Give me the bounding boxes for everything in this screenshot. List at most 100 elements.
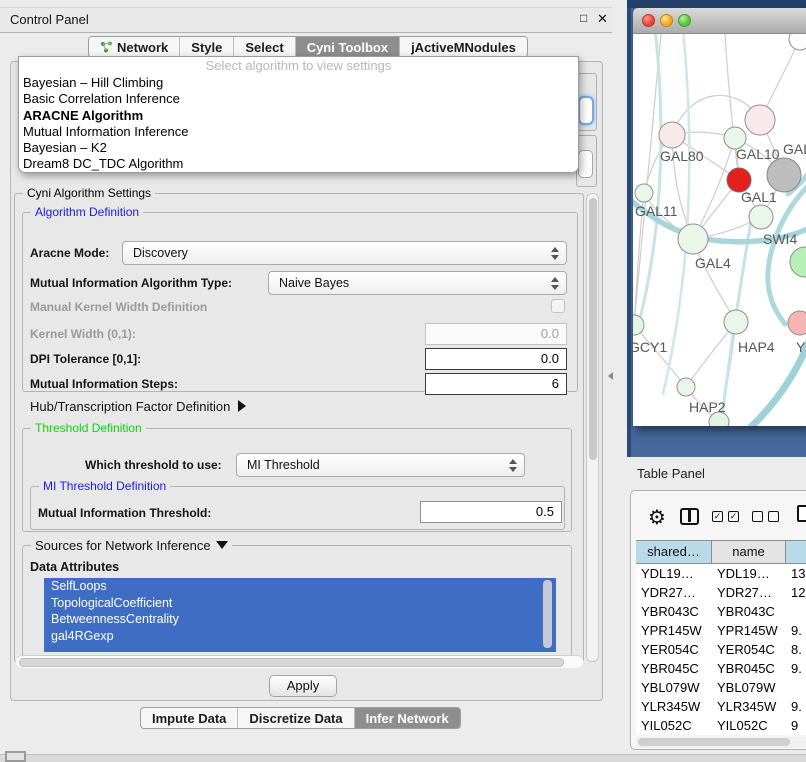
expander-down-icon	[216, 541, 228, 549]
table-cell: 8.	[786, 640, 806, 659]
settings-horizontal-scrollbar[interactable]	[16, 655, 583, 668]
expander-right-icon	[238, 400, 246, 412]
algorithm-option[interactable]: Mutual Information Inference	[19, 124, 578, 140]
dpi-tolerance-field[interactable]: 0.0	[425, 348, 567, 370]
apply-button[interactable]: Apply	[269, 675, 337, 697]
network-canvas[interactable]: GALGAL80GAL10GAL1GAL11SWI4GAL4GCY1HAP4YH…	[633, 34, 806, 426]
table-row[interactable]: YER054CYER054C8.	[636, 640, 806, 659]
hub-factor-label: Hub/Transcription Factor Definition	[30, 399, 230, 414]
table-cell: YDL19…	[712, 564, 786, 583]
network-node-partial-top[interactable]	[789, 34, 806, 50]
table-row[interactable]: YBL079WYBL079W	[636, 678, 806, 697]
mi-steps-field[interactable]: 6	[425, 373, 567, 395]
algorithm-option[interactable]: Basic Correlation Inference	[19, 91, 578, 107]
close-icon[interactable]: ✕	[597, 11, 608, 27]
network-edge	[634, 325, 686, 387]
table-horizontal-scrollbar[interactable]	[636, 737, 806, 748]
aracne-mode-label: Aracne Mode:	[30, 246, 109, 260]
tab-style[interactable]: Style	[180, 37, 234, 57]
network-node-pink-top[interactable]	[745, 105, 775, 135]
table-panel-title: Table Panel	[637, 466, 705, 481]
table-data-combobox-sliver[interactable]	[578, 150, 593, 178]
aracne-mode-combobox[interactable]: Discovery	[122, 241, 567, 265]
hub-factor-expander[interactable]: Hub/Transcription Factor Definition	[30, 399, 246, 414]
mi-threshold-field[interactable]: 0.5	[420, 501, 562, 523]
algorithm-combobox-sliver[interactable]	[578, 96, 594, 125]
close-traffic-light[interactable]	[642, 14, 655, 27]
network-window-titlebar[interactable]	[633, 8, 806, 34]
column-header-cut[interactable]	[786, 541, 806, 563]
bottom-status-strip	[0, 754, 806, 762]
tab-network[interactable]: Network	[89, 37, 180, 57]
tab-jactivemnodules[interactable]: jActiveMNodules	[400, 37, 527, 57]
tab-infer-network[interactable]: Infer Network	[355, 708, 460, 728]
network-icon	[100, 41, 113, 53]
network-node-gal4[interactable]	[678, 224, 708, 254]
table-row[interactable]: YBR045CYBR045C9.	[636, 659, 806, 678]
cyni-bottom-tabs: Impute Data Discretize Data Infer Networ…	[140, 707, 461, 729]
table-header: shared… name	[636, 540, 806, 564]
network-node-salmon-right[interactable]	[788, 311, 806, 335]
network-node-gcy1[interactable]	[633, 315, 644, 335]
mi-algorithm-type-combobox[interactable]: Naive Bayes	[268, 271, 567, 295]
table-cell	[786, 602, 806, 621]
tab-discretize-data[interactable]: Discretize Data	[238, 708, 354, 728]
table-cell: 9.	[786, 697, 806, 716]
table-cell: 9.	[786, 621, 806, 640]
scrollbar-thumb[interactable]	[19, 658, 564, 667]
attributes-scrollbar[interactable]	[543, 580, 552, 648]
checked-checkbox-icon[interactable]: ✓	[728, 511, 739, 522]
minimized-panel-icon[interactable]	[5, 751, 26, 762]
algorithm-option[interactable]: Bayesian – K2	[19, 140, 578, 156]
network-node-gray[interactable]	[767, 158, 801, 192]
list-item[interactable]: SelfLoops	[44, 578, 556, 595]
sources-title[interactable]: Sources for Network Inference	[31, 538, 232, 553]
mi-threshold-label: Mutual Information Threshold:	[38, 506, 211, 520]
list-item[interactable]: gal4RGexp	[44, 628, 556, 645]
tab-cyni-toolbox[interactable]: Cyni Toolbox	[296, 37, 400, 57]
algorithm-option-selected[interactable]: ARACNE Algorithm	[19, 108, 578, 124]
gear-icon[interactable]: ⚙	[648, 505, 666, 529]
node-label: HAP2	[689, 399, 726, 415]
table-row[interactable]: YBR043CYBR043C	[636, 602, 806, 621]
checked-checkbox-icon[interactable]: ✓	[712, 511, 723, 522]
table-row[interactable]: YLR345WYLR345W9.	[636, 697, 806, 716]
table-cell: YBL079W	[636, 678, 712, 697]
settings-scrollbar[interactable]	[586, 193, 599, 662]
table-row[interactable]: YDL19…YDL19…13	[636, 564, 806, 583]
scrollbar-thumb[interactable]	[589, 198, 597, 460]
network-node-gal11[interactable]	[635, 184, 653, 202]
float-window-icon[interactable]: □	[580, 11, 587, 25]
table-cell: YBL079W	[712, 678, 786, 697]
columns-icon[interactable]	[680, 508, 699, 525]
column-header-name[interactable]: name	[712, 541, 786, 563]
network-node-gal80[interactable]	[659, 122, 685, 148]
scrollbar-thumb[interactable]	[638, 738, 790, 746]
which-threshold-combobox[interactable]: MI Threshold	[236, 453, 525, 477]
algorithm-option[interactable]: Bayesian – Hill Climbing	[19, 75, 578, 91]
column-header-shared-name[interactable]: shared…	[636, 541, 712, 563]
mi-type-value: Naive Bayes	[279, 276, 349, 290]
unchecked-checkbox-icon[interactable]	[752, 511, 763, 522]
list-item[interactable]: BetweennessCentrality	[44, 611, 556, 628]
tab-impute-data[interactable]: Impute Data	[141, 708, 238, 728]
document-icon[interactable]	[797, 505, 806, 522]
settings-group-title: Cyni Algorithm Settings	[23, 186, 155, 200]
table-row[interactable]: YIL052CYIL052C9	[636, 716, 806, 735]
network-node-hap2[interactable]	[677, 378, 695, 396]
zoom-traffic-light[interactable]	[678, 14, 691, 27]
unchecked-checkbox-icon[interactable]	[768, 511, 779, 522]
table-body: YDL19…YDL19…13YDR27…YDR27…12YBR043CYBR04…	[636, 564, 806, 735]
network-node-hap4[interactable]	[724, 310, 748, 334]
table-row[interactable]: YPR145WYPR145W9.	[636, 621, 806, 640]
network-node-gal1[interactable]	[749, 205, 773, 229]
table-row[interactable]: YDR27…YDR27…12	[636, 583, 806, 602]
control-panel-tabs: Network Style Select Cyni Toolbox jActiv…	[88, 36, 528, 58]
tab-select[interactable]: Select	[234, 37, 295, 57]
algorithm-option[interactable]: Dream8 DC_TDC Algorithm	[19, 156, 578, 172]
list-item[interactable]: TopologicalCoefficient	[44, 595, 556, 612]
splitter-collapse-arrow[interactable]	[608, 372, 613, 380]
minimize-traffic-light[interactable]	[660, 14, 673, 27]
network-node-green-right[interactable]	[790, 247, 806, 277]
network-window: GALGAL80GAL10GAL1GAL11SWI4GAL4GCY1HAP4YH…	[633, 8, 806, 426]
